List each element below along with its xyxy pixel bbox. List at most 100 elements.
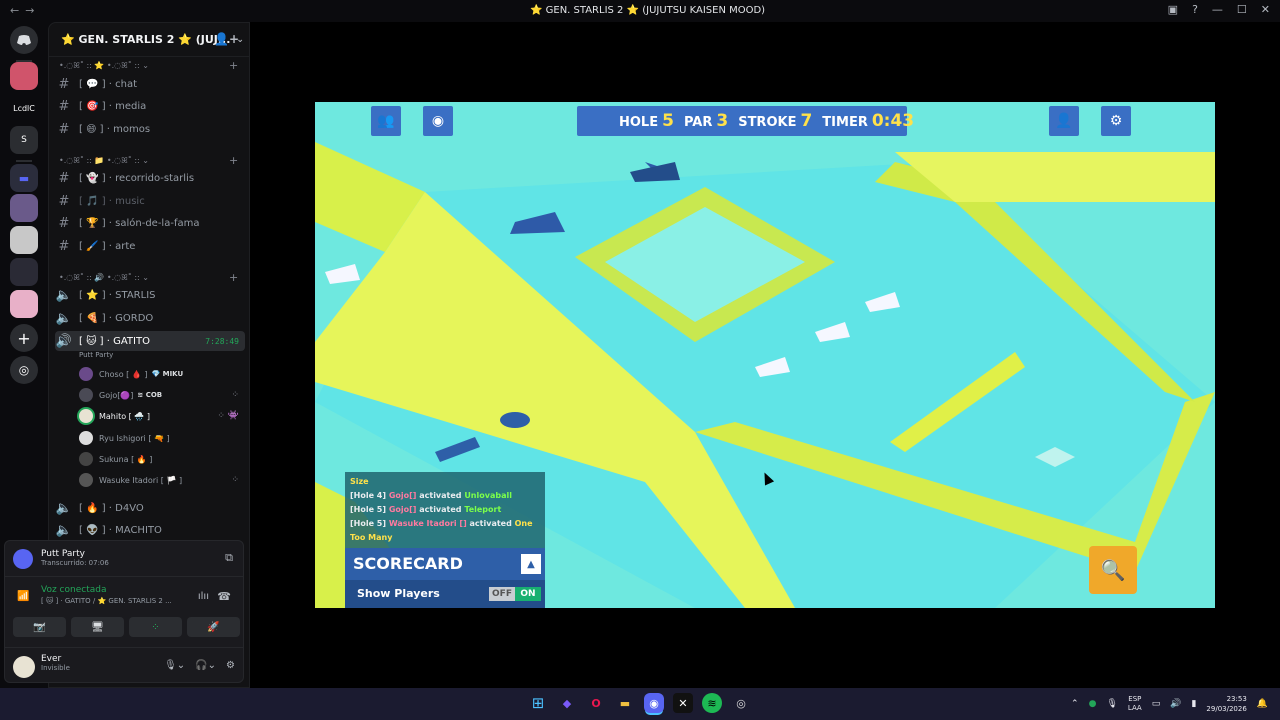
disconnect-icon[interactable]: ☎ [217, 590, 231, 603]
help-icon[interactable]: ? [1192, 3, 1198, 16]
text-channel-momos[interactable]: #[ 😄 ] · momos [55, 119, 245, 139]
text-channel-salon[interactable]: #[ 🏆 ] · salón-de-la-fama [55, 213, 245, 233]
guild-5[interactable] [10, 290, 38, 318]
ability-button[interactable]: 🔍 [1089, 546, 1137, 594]
close-button[interactable]: ✕ [1261, 3, 1270, 16]
folder-icon[interactable]: ▬ [10, 164, 38, 192]
voice-channel-machito[interactable]: 🔈[ 👽 ] · MACHITO [55, 520, 245, 540]
text-channel-chat[interactable]: #[ 💬 ] · chat [55, 74, 245, 94]
speaker-icon: 🔈 [55, 500, 73, 516]
category-header[interactable]: •.◌ꕤ˚ :: 📁 •.◌ꕤ˚ :: ⌄ + [59, 154, 238, 167]
add-channel-icon[interactable]: + [229, 59, 238, 72]
opera-icon[interactable]: O [586, 693, 606, 713]
network-icon[interactable]: ▭ [1152, 699, 1161, 709]
stroke-label: STROKE [738, 115, 797, 130]
microphone-icon[interactable]: 🎙⌄ [164, 660, 185, 671]
hash-icon: # [58, 170, 70, 186]
clock[interactable]: 23:53 29/03/2026 [1206, 694, 1246, 714]
invite-player-icon[interactable]: 👤 [1049, 106, 1079, 136]
activity-icon: ⁘ [231, 390, 239, 400]
voice-channel-starlis[interactable]: 🔈[ ⭐ ] · STARLIS [55, 285, 245, 305]
add-server-icon[interactable]: + [10, 324, 38, 352]
voice-channel-gordo[interactable]: 🔈[ 🍕 ] · GORDO [55, 308, 245, 328]
voice-user[interactable]: Ryu Ishigori [ 🔫 ] [79, 429, 247, 447]
microphone-icon[interactable]: 🎙 [1106, 699, 1117, 709]
stroke-value: 7 [800, 111, 813, 131]
toggle-off[interactable]: OFF [489, 587, 515, 601]
copilot-icon[interactable]: ◆ [557, 693, 577, 713]
avatar [79, 452, 93, 466]
voice-status[interactable]: Voz conectada [41, 585, 243, 595]
guild-current[interactable]: S [10, 126, 38, 154]
minimize-button[interactable]: — [1212, 3, 1223, 16]
signal-icon[interactable]: 📶 [17, 591, 29, 602]
settings-gear-icon[interactable]: ⚙ [1101, 106, 1131, 136]
guild-2[interactable] [10, 194, 38, 222]
category-header[interactable]: •.◌ꕤ˚ :: 🔊 •.◌ꕤ˚ :: ⌄ + [59, 271, 238, 284]
screen-share-button[interactable]: 🖥 [71, 617, 124, 637]
game-viewport[interactable]: 👥 ◉ HOLE 5 PAR 3 STROKE 7 TIMER 0:43 👤 ⚙ Siz… [315, 102, 1215, 608]
soundboard-button[interactable]: 🚀 [187, 617, 240, 637]
hole-label: HOLE [619, 115, 659, 130]
voice-user[interactable]: Gojo[🟣] ≋ COB ⁘ [79, 386, 247, 404]
spotify-icon[interactable]: ≋ [702, 693, 722, 713]
players-button[interactable]: 👥 [371, 106, 401, 136]
channel-activity: Putt Party [79, 351, 114, 359]
spectate-eye-icon[interactable]: ◉ [423, 106, 453, 136]
avatar [79, 473, 93, 487]
explore-icon[interactable]: ◎ [10, 356, 38, 384]
server-header[interactable]: ⭐ GEN. STARLIS 2 ⭐ (JUJ... ⌄ 👤+ [49, 23, 249, 57]
avatar[interactable] [13, 656, 35, 678]
chevron-up-icon[interactable]: ⌃ [1071, 699, 1079, 709]
activity-panel[interactable]: Putt Party Transcurrido: 07:06 ⧉ [5, 541, 243, 577]
text-channel-arte[interactable]: #[ 🖌️ ] · arte [55, 236, 245, 256]
chrome-icon[interactable]: ◎ [731, 693, 751, 713]
maximize-button[interactable]: ☐ [1237, 3, 1247, 16]
text-channel-music[interactable]: #[ 🎵 ] · music [55, 191, 245, 211]
volume-icon[interactable]: 🔊 [1170, 699, 1181, 709]
voice-channel-gatito[interactable]: 🔊[ 🐱 ] · GATITO 7:28:49 [55, 331, 245, 351]
add-channel-icon[interactable]: + [229, 271, 238, 284]
activity-icon [13, 549, 33, 569]
windows-taskbar: ⊞ ◆ O ▬ ◉ ✕ ≋ ◎ ⌃ ● 🎙 ESP LAA ▭ 🔊 ▮ 23:53… [0, 688, 1280, 720]
nav-arrows[interactable]: ←→ [10, 4, 40, 17]
status-dot-icon[interactable]: ● [1089, 699, 1097, 709]
windows-start-icon[interactable]: ⊞ [528, 693, 548, 713]
discord-home-icon[interactable] [10, 26, 38, 54]
notification-icon[interactable]: 🔔 [1257, 699, 1268, 709]
chevron-up-icon[interactable]: ▲ [521, 554, 541, 574]
voice-channel-path[interactable]: [ 🐱 ] · GATITO / ⭐ GEN. STARLIS 2 ... [41, 597, 243, 605]
language-indicator[interactable]: ESP LAA [1128, 695, 1142, 713]
noise-suppression-icon[interactable]: ılıı [198, 591, 209, 602]
settings-gear-icon[interactable]: ⚙ [226, 660, 235, 671]
discord-taskbar-icon[interactable]: ◉ [644, 693, 664, 713]
guild-3[interactable] [10, 226, 38, 254]
voice-user[interactable]: Choso [ 🩸 ] 💎 MIKU [79, 365, 247, 383]
guild-lcdlc[interactable]: LcdlC [10, 94, 38, 122]
voice-user[interactable]: Mahito [ 🌧️ ] ⁘ 👾 [79, 407, 247, 425]
inbox-icon[interactable]: ▣ [1168, 3, 1178, 16]
avatar [79, 431, 93, 445]
text-channel-media[interactable]: #[ 🎯 ] · media [55, 96, 245, 116]
guild-1[interactable] [10, 62, 38, 90]
battery-icon[interactable]: ▮ [1191, 699, 1196, 709]
capcut-icon[interactable]: ✕ [673, 693, 693, 713]
voice-channel-d4vo[interactable]: 🔈[ 🔥 ] · D4VO [55, 498, 245, 518]
activities-button[interactable]: ⁘ [129, 617, 182, 637]
text-channel-recorrido[interactable]: #[ 👻 ] · recorrido-starlis [55, 168, 245, 188]
category-header[interactable]: •.◌ꕤ˚ :: ⭐ •.◌ꕤ˚ :: ⌄ + [59, 59, 238, 72]
headphones-icon[interactable]: 🎧⌄ [195, 660, 216, 671]
add-channel-icon[interactable]: + [229, 154, 238, 167]
window-titlebar: ←→ ⭐ GEN. STARLIS 2 ⭐ (JUJUTSU KAISEN MO… [0, 0, 1280, 22]
file-explorer-icon[interactable]: ▬ [615, 693, 635, 713]
voice-user[interactable]: Wasuke Itadori [ 🏳️ ] ⁘ [79, 471, 247, 489]
guild-4[interactable] [10, 258, 38, 286]
user-panel[interactable]: Ever Invisible 🎙⌄ 🎧⌄ ⚙ [5, 647, 243, 683]
popout-icon[interactable]: ⧉ [225, 551, 233, 565]
toggle-on[interactable]: ON [515, 587, 541, 601]
window-controls: ▣ ? — ☐ ✕ [1168, 3, 1270, 16]
hud-stats: HOLE 5 PAR 3 STROKE 7 TIMER 0:43 [577, 106, 914, 136]
camera-button[interactable]: 📷̸ [13, 617, 66, 637]
invite-icon[interactable]: 👤+ [214, 32, 239, 46]
voice-user[interactable]: Sukuna [ 🔥 ] [79, 450, 247, 468]
